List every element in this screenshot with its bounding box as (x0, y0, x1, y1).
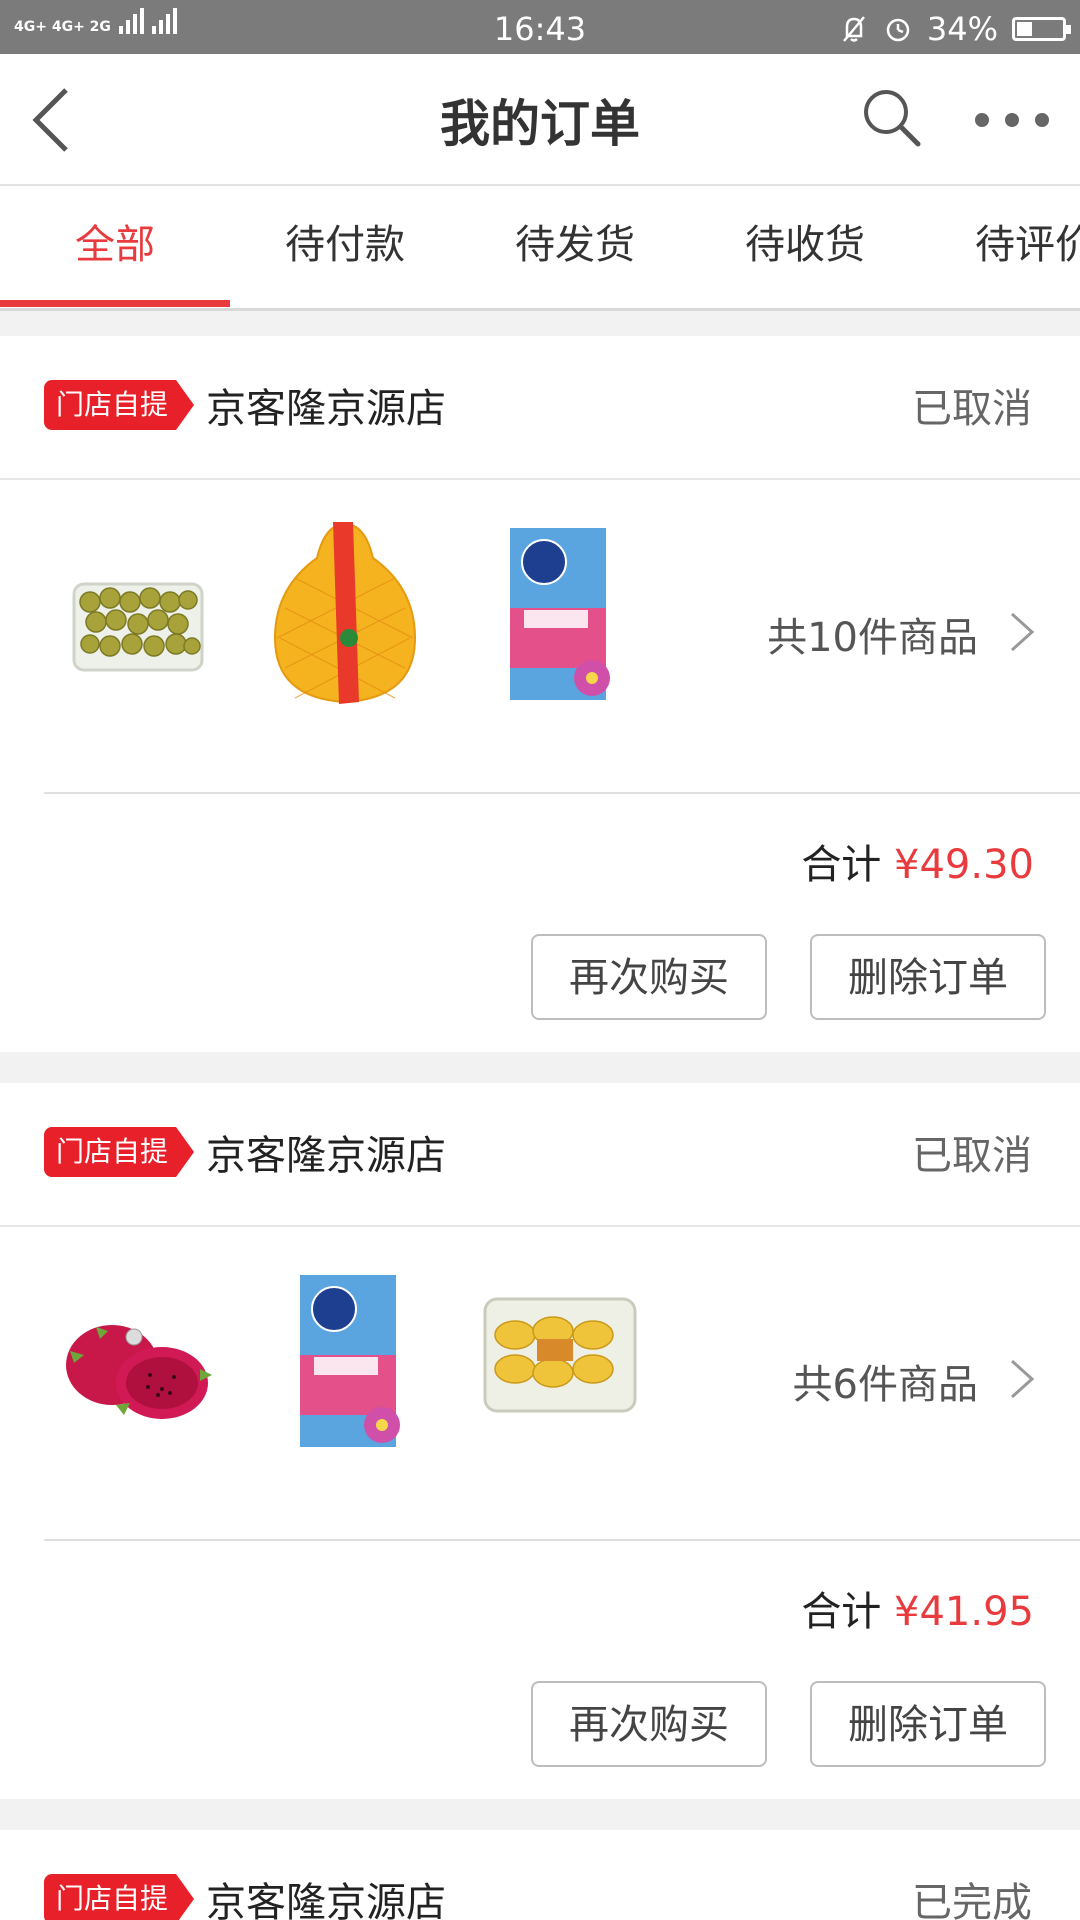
goods-count[interactable]: 共6件商品 (793, 1352, 978, 1410)
order-status: 已取消 (912, 1133, 1032, 1179)
nav-header: 我的订单 (0, 54, 1080, 186)
status-icons: 34% (839, 10, 1071, 48)
store-name[interactable]: 京客隆京源店 (206, 376, 446, 434)
delete-order-button[interactable]: 删除订单 (810, 1681, 1046, 1767)
pomelo-image (273, 522, 417, 704)
tab-pending-review[interactable]: 待评价 (920, 186, 1080, 305)
store-row[interactable]: 门店自提 京客隆京源店 已取消 (0, 336, 1080, 480)
order-card[interactable]: 门店自提 京客隆京源店 已取消 (0, 1083, 1080, 1799)
vinda-tissue-image (510, 528, 610, 700)
tab-all[interactable]: 全部 (0, 186, 230, 305)
mute-icon (842, 16, 865, 42)
status-bar: 4G+ 4G+ 2G 16:43 34% (0, 0, 1080, 54)
dragon-fruit-image (66, 1325, 212, 1419)
rebuy-button[interactable]: 再次购买 (531, 934, 767, 1020)
goods-count[interactable]: 共10件商品 (767, 605, 978, 663)
battery-icon (1012, 17, 1071, 41)
vinda-tissue-image (300, 1275, 400, 1447)
goods-row[interactable]: 共10件商品 (0, 480, 1080, 794)
total-price: ¥49.30 (894, 842, 1034, 888)
total-label: 合计 (801, 842, 882, 888)
mango-box-image (483, 1297, 637, 1413)
delete-order-button[interactable]: 删除订单 (810, 934, 1046, 1020)
tab-pending-payment[interactable]: 待付款 (230, 186, 460, 305)
rebuy-button[interactable]: 再次购买 (531, 1681, 767, 1767)
pickup-badge: 门店自提 (44, 380, 194, 430)
store-name[interactable]: 京客隆京源店 (206, 1870, 446, 1920)
battery-percent: 34% (926, 10, 998, 48)
active-tab-indicator (0, 300, 230, 307)
tab-pending-shipment[interactable]: 待发货 (460, 186, 690, 305)
goods-row[interactable]: 共6件商品 (0, 1227, 1080, 1541)
pickup-badge: 门店自提 (44, 1127, 194, 1177)
store-name[interactable]: 京客隆京源店 (206, 1123, 446, 1181)
chevron-right-icon[interactable] (1008, 1357, 1036, 1401)
chevron-right-icon[interactable] (1008, 610, 1036, 654)
order-status: 已完成 (912, 1880, 1032, 1920)
divider-inset (0, 791, 44, 795)
order-card[interactable]: 门店自提 京客隆京源店 已完成 (0, 1830, 1080, 1920)
total-price: ¥41.95 (894, 1589, 1034, 1635)
order-total: 合计 ¥41.95 (801, 1579, 1034, 1637)
store-row[interactable]: 门店自提 京客隆京源店 已取消 (0, 1083, 1080, 1227)
tab-pending-receipt[interactable]: 待收货 (690, 186, 920, 305)
order-status: 已取消 (912, 386, 1032, 432)
store-row[interactable]: 门店自提 京客隆京源店 已完成 (0, 1830, 1080, 1920)
longan-image (72, 582, 204, 672)
alarm-icon (886, 18, 910, 42)
battery-level (1017, 22, 1032, 36)
order-tabs: 全部 待付款 待发货 待收货 待评价 (0, 186, 1080, 311)
pickup-badge: 门店自提 (44, 1874, 194, 1920)
order-card[interactable]: 门店自提 京客隆京源店 已取消 (0, 336, 1080, 1052)
total-label: 合计 (801, 1589, 882, 1635)
search-icon[interactable] (860, 86, 924, 150)
divider-inset (0, 1538, 44, 1542)
order-total: 合计 ¥49.30 (801, 832, 1034, 890)
more-dots-icon[interactable] (972, 110, 1052, 130)
